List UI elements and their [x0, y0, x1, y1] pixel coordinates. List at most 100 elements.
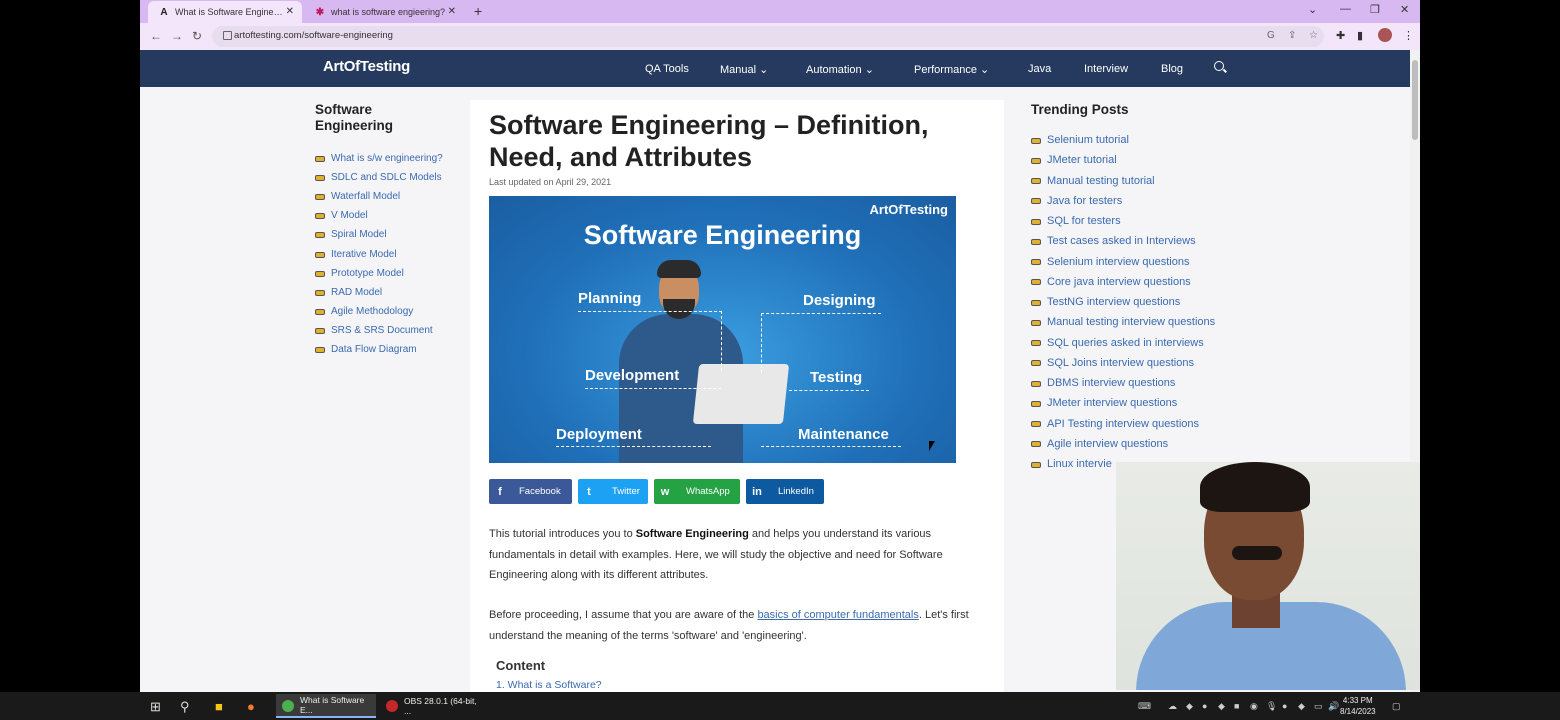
trending-link-label: Java for testers — [1047, 194, 1123, 207]
taskbar-app-chrome[interactable]: What is Software E... — [276, 694, 376, 718]
taskbar-app-obs[interactable]: OBS 28.0.1 (64-bit, ... — [380, 694, 484, 718]
close-window-icon[interactable]: ✕ — [1400, 3, 1409, 16]
trending-link-label: Manual testing tutorial — [1047, 174, 1155, 187]
sticky-notes-icon[interactable]: ■ — [215, 699, 223, 714]
tray-app-icon[interactable]: ◉ — [1250, 701, 1258, 712]
share-twitter-button[interactable]: t Twitter — [578, 479, 648, 504]
sidebar-link[interactable]: Data Flow Diagram — [315, 340, 443, 359]
bold-text: Software Engineering — [635, 528, 749, 540]
tab-second[interactable]: ✱ what is software engieering? ✕ — [304, 1, 464, 23]
firefox-icon[interactable]: ● — [247, 699, 255, 714]
tray-app-icon[interactable]: ● — [1202, 701, 1207, 711]
tab-search-chevron-icon[interactable]: ⌄ — [1308, 3, 1317, 16]
sidebar-link[interactable]: Spiral Model — [315, 225, 443, 244]
article: Software Engineering – Definition, Need,… — [470, 100, 1004, 692]
share-linkedin-button[interactable]: in LinkedIn — [746, 479, 824, 504]
nav-automation[interactable]: Automation ⌄ — [806, 63, 874, 76]
nav-performance[interactable]: Performance ⌄ — [914, 63, 989, 76]
google-lens-icon[interactable]: G — [1267, 30, 1275, 41]
keyboard-icon[interactable]: ⌨ — [1138, 701, 1151, 712]
tray-app-icon[interactable]: ● — [1282, 701, 1287, 711]
sidebar-link[interactable]: SDLC and SDLC Models — [315, 168, 443, 187]
sidebar-link[interactable]: Iterative Model — [315, 244, 443, 263]
close-tab-icon[interactable]: ✕ — [448, 6, 456, 17]
trending-link[interactable]: API Testing interview questions — [1031, 414, 1215, 434]
sidebar-link[interactable]: What is s/w engineering? — [315, 149, 443, 168]
trending-link[interactable]: Agile interview questions — [1031, 434, 1215, 454]
sidebar-link[interactable]: RAD Model — [315, 283, 443, 302]
volume-icon[interactable]: 🔊 — [1328, 701, 1339, 712]
close-tab-icon[interactable]: ✕ — [286, 6, 294, 17]
restore-icon[interactable]: ❐ — [1370, 3, 1380, 16]
trending-link-label: SQL queries asked in interviews — [1047, 336, 1204, 349]
trending-link[interactable]: SQL queries asked in interviews — [1031, 333, 1215, 353]
search-icon[interactable] — [1214, 61, 1224, 71]
hand-pointer-icon — [1031, 176, 1044, 185]
network-icon[interactable]: ▭ — [1314, 701, 1323, 712]
extensions-puzzle-icon[interactable]: ✚ — [1336, 29, 1345, 42]
trending-title: Trending Posts — [1031, 102, 1129, 117]
system-clock[interactable]: 4:33 PM 8/14/2023 — [1340, 695, 1376, 717]
nav-qa-tools[interactable]: QA Tools — [645, 63, 689, 75]
trending-link[interactable]: SQL Joins interview questions — [1031, 353, 1215, 373]
sidebar-link[interactable]: SRS & SRS Document — [315, 321, 443, 340]
search-icon[interactable]: ⚲ — [180, 699, 190, 715]
trending-link-label: Manual testing interview questions — [1047, 316, 1216, 329]
menu-kebab-icon[interactable]: ⋮ — [1403, 29, 1414, 42]
minimize-icon[interactable]: — — [1340, 3, 1351, 15]
sidebar-link[interactable]: Prototype Model — [315, 264, 443, 283]
scrollbar-thumb[interactable] — [1412, 60, 1418, 140]
trending-link[interactable]: Java for testers — [1031, 191, 1215, 211]
address-bar[interactable]: artoftesting.com/software-engineering G … — [212, 26, 1324, 47]
microphone-icon[interactable]: 🎙 — [1266, 701, 1277, 712]
onedrive-cloud-icon[interactable]: ☁ — [1168, 701, 1177, 712]
dash-line — [761, 313, 881, 314]
sidebar-link-label: RAD Model — [331, 286, 383, 298]
hand-pointer-icon — [1031, 237, 1044, 246]
tray-app-icon[interactable]: ■ — [1234, 701, 1239, 711]
trending-link[interactable]: Selenium tutorial — [1031, 130, 1215, 150]
trending-link-label: DBMS interview questions — [1047, 377, 1176, 390]
nav-blog[interactable]: Blog — [1161, 63, 1183, 75]
trending-link[interactable]: JMeter tutorial — [1031, 150, 1215, 170]
nav-manual[interactable]: Manual ⌄ — [720, 63, 768, 76]
trending-link[interactable]: Test cases asked in Interviews — [1031, 231, 1215, 251]
nav-interview[interactable]: Interview — [1084, 63, 1128, 75]
trending-link[interactable]: JMeter interview questions — [1031, 393, 1215, 413]
nav-java[interactable]: Java — [1028, 63, 1051, 75]
windows-start-icon[interactable]: ⊞ — [150, 699, 161, 715]
share-facebook-button[interactable]: f Facebook — [489, 479, 572, 504]
bookmark-star-icon[interactable]: ☆ — [1309, 30, 1318, 41]
trending-link[interactable]: DBMS interview questions — [1031, 373, 1215, 393]
computer-fundamentals-link[interactable]: basics of computer fundamentals — [757, 609, 918, 621]
trending-link[interactable]: Manual testing interview questions — [1031, 312, 1215, 332]
tray-app-icon[interactable]: ◆ — [1186, 701, 1193, 712]
notifications-icon[interactable]: ▢ — [1392, 701, 1401, 712]
trending-link-label: SQL Joins interview questions — [1047, 356, 1194, 369]
sidebar-link[interactable]: Agile Methodology — [315, 302, 443, 321]
trending-link-label: Test cases asked in Interviews — [1047, 235, 1196, 248]
trending-link[interactable]: Selenium interview questions — [1031, 252, 1215, 272]
side-panel-icon[interactable]: ▮ — [1357, 29, 1363, 42]
back-arrow-icon[interactable]: ← — [150, 29, 162, 43]
tray-app-icon[interactable]: ◆ — [1218, 701, 1225, 712]
new-tab-plus-icon[interactable]: + — [474, 3, 482, 19]
tray-app-icon[interactable]: ◆ — [1298, 701, 1305, 712]
facebook-icon: f — [498, 485, 502, 498]
trending-link[interactable]: SQL for testers — [1031, 211, 1215, 231]
trending-link-label: SQL for testers — [1047, 215, 1121, 228]
forward-arrow-icon[interactable]: → — [171, 29, 183, 43]
sidebar-link[interactable]: Waterfall Model — [315, 187, 443, 206]
share-whatsapp-button[interactable]: w WhatsApp — [654, 479, 740, 504]
site-logo[interactable]: ArtOfTesting — [323, 58, 410, 75]
trending-link[interactable]: Core java interview questions — [1031, 272, 1215, 292]
trending-link[interactable]: TestNG interview questions — [1031, 292, 1215, 312]
hero-label-designing: Designing — [803, 292, 876, 309]
tab-active[interactable]: A What is Software Engineering? D ✕ — [148, 1, 302, 23]
sidebar-link[interactable]: V Model — [315, 206, 443, 225]
reload-icon[interactable]: ↻ — [192, 29, 202, 43]
content-link-1[interactable]: 1. What is a Software? — [496, 679, 602, 691]
trending-link[interactable]: Manual testing tutorial — [1031, 171, 1215, 191]
profile-avatar[interactable] — [1378, 28, 1392, 42]
share-icon[interactable]: ⇪ — [1288, 30, 1296, 41]
